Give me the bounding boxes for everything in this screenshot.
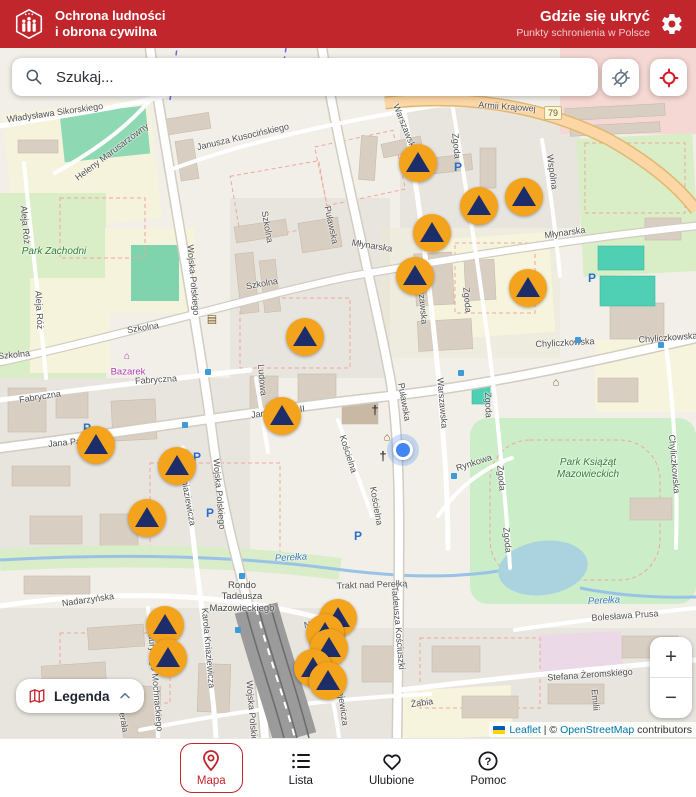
- shelter-marker[interactable]: [396, 257, 434, 295]
- location-disabled-button[interactable]: [602, 59, 639, 96]
- heart-icon: [380, 749, 404, 773]
- shelter-marker[interactable]: [128, 499, 166, 537]
- user-location-dot: [393, 440, 413, 460]
- shelter-marker[interactable]: [509, 269, 547, 307]
- nav-label-lista: Lista: [289, 775, 313, 787]
- nav-label-ulubione: Ulubione: [369, 775, 414, 787]
- nav-tab-pomoc[interactable]: ? Pomoc: [460, 744, 516, 792]
- zoom-control: + −: [650, 637, 692, 718]
- zoom-in-button[interactable]: +: [650, 637, 692, 677]
- shelter-marker[interactable]: [263, 397, 301, 435]
- civil-defense-triangle-icon: [403, 265, 427, 285]
- ukraine-flag-icon: [493, 726, 505, 734]
- civil-defense-triangle-icon: [156, 647, 180, 667]
- help-icon: ?: [476, 749, 500, 773]
- civil-defense-triangle-icon: [420, 222, 444, 242]
- location-disabled-icon: [610, 67, 632, 89]
- locate-me-button[interactable]: [650, 59, 687, 96]
- civil-defense-triangle-icon: [153, 614, 177, 634]
- shelter-marker[interactable]: [460, 187, 498, 225]
- nav-label-mapa: Mapa: [197, 775, 226, 787]
- nav-tab-lista[interactable]: Lista: [279, 744, 323, 792]
- search-bar: [12, 58, 598, 96]
- attribution-contributors: contributors: [634, 724, 692, 736]
- attribution-copyright: ©: [549, 724, 560, 736]
- route-badge-79: 79: [544, 106, 562, 120]
- civil-defense-triangle-icon: [270, 405, 294, 425]
- attribution-separator: |: [541, 724, 550, 736]
- zoom-out-button[interactable]: −: [650, 678, 692, 718]
- shelter-marker[interactable]: [413, 214, 451, 252]
- civil-defense-triangle-icon: [467, 195, 491, 215]
- shelter-marker[interactable]: [505, 178, 543, 216]
- legend-label: Legenda: [54, 689, 110, 704]
- page-title: Gdzie się ukryć: [516, 9, 650, 26]
- settings-gear-icon[interactable]: [660, 12, 684, 36]
- shelter-marker[interactable]: [158, 447, 196, 485]
- nav-label-pomoc: Pomoc: [470, 775, 506, 787]
- page-subtitle: Punkty schronienia w Polsce: [516, 27, 650, 39]
- shelter-marker[interactable]: [399, 144, 437, 182]
- app: Ochrona ludności i obrona cywilna Gdzie …: [0, 0, 696, 797]
- shelter-marker[interactable]: [286, 318, 324, 356]
- chevron-up-icon: [118, 689, 132, 703]
- civil-defense-triangle-icon: [135, 507, 159, 527]
- map-legend-icon: [28, 687, 46, 705]
- civil-defense-triangle-icon: [516, 277, 540, 297]
- search-icon: [24, 67, 44, 87]
- map[interactable]: Władysława SikorskiegoHeleny Marusarzówn…: [0, 48, 696, 738]
- nav-tab-mapa[interactable]: Mapa: [180, 743, 243, 793]
- civil-defense-triangle-icon: [84, 434, 108, 454]
- brand: Ochrona ludności i obrona cywilna: [12, 7, 166, 41]
- shelter-marker[interactable]: [309, 662, 347, 700]
- openstreetmap-link[interactable]: OpenStreetMap: [560, 724, 634, 736]
- map-pin-icon: [199, 749, 223, 773]
- locate-crosshair-icon: [658, 67, 680, 89]
- app-title: Ochrona ludności i obrona cywilna: [55, 8, 166, 39]
- civil-defense-triangle-icon: [316, 670, 340, 690]
- civil-defense-triangle-icon: [406, 152, 430, 172]
- shelter-marker[interactable]: [149, 639, 187, 677]
- list-icon: [289, 749, 313, 773]
- nav-tab-ulubione[interactable]: Ulubione: [359, 744, 424, 792]
- search-input[interactable]: [54, 68, 586, 87]
- legend-button[interactable]: Legenda: [16, 679, 144, 713]
- svg-text:?: ?: [485, 756, 492, 768]
- bottom-nav: Mapa Lista Ulubione ? Pomoc: [0, 738, 696, 797]
- map-attribution: Leaflet | © OpenStreetMap contributors: [489, 722, 696, 737]
- civil-defense-triangle-icon: [512, 186, 536, 206]
- civil-defense-triangle-icon: [293, 326, 317, 346]
- map-tiles[interactable]: [0, 48, 696, 738]
- app-header: Ochrona ludności i obrona cywilna Gdzie …: [0, 0, 696, 48]
- shelter-marker[interactable]: [77, 426, 115, 464]
- app-logo-icon: [12, 7, 46, 41]
- civil-defense-triangle-icon: [165, 455, 189, 475]
- leaflet-link[interactable]: Leaflet: [509, 724, 541, 736]
